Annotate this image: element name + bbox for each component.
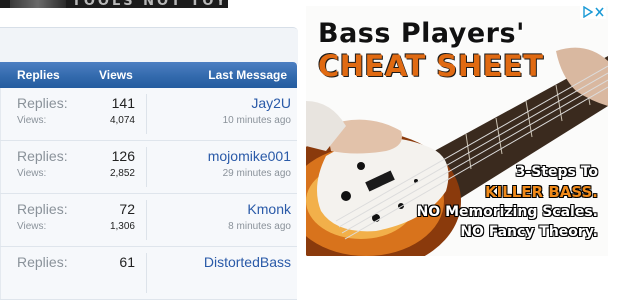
ad-text-line: NO Fancy Theory. [460, 224, 598, 240]
last-message-time: 10 minutes ago [222, 115, 291, 126]
last-message-column-header[interactable]: Last Message [208, 68, 287, 82]
ad-subheadline: CHEAT SHEET [318, 49, 544, 83]
banner-text: TOOLS NOT TOYS [72, 0, 228, 8]
close-icon[interactable] [594, 6, 605, 18]
views-count: 1,306 [109, 221, 135, 232]
adchoices-badge[interactable] [580, 5, 606, 19]
row-divider [146, 253, 147, 293]
thread-row: Replies: 61 DistortedBass [0, 247, 297, 300]
last-message-user-link[interactable]: DistortedBass [204, 254, 291, 270]
views-count: 4,074 [109, 115, 135, 126]
last-message-user-link[interactable]: Kmonk [247, 201, 291, 217]
row-divider [146, 147, 147, 187]
row-divider [146, 200, 147, 240]
last-message-time: 8 minutes ago [228, 221, 291, 232]
views-count: 2,852 [109, 168, 135, 179]
views-column-header[interactable]: Views [99, 68, 133, 82]
adchoices-play-icon[interactable] [582, 6, 593, 18]
banner-thumbnail [10, 0, 66, 8]
ad-text-line: 3-Steps To [515, 164, 598, 180]
top-banner[interactable]: TOOLS NOT TOYS [0, 0, 228, 8]
bass-cheat-sheet-ad[interactable]: Bass Players' CHEAT SHEET 3-Steps To KIL… [306, 6, 608, 256]
thread-list-toolbar [0, 27, 298, 64]
replies-count: 126 [111, 148, 135, 164]
thread-row: Replies: 72 Views: 1,306 Kmonk 8 minutes… [0, 194, 297, 247]
thread-rows: Replies: 141 Views: 4,074 Jay2U 10 minut… [0, 88, 297, 300]
replies-label: Replies: [17, 148, 68, 164]
thread-list-panel: Replies Views Last Message Replies: 141 … [0, 27, 298, 300]
ad-text-line: NO Memorizing Scales. [416, 204, 598, 220]
thread-list-header: Replies Views Last Message [0, 62, 297, 88]
views-label: Views: [17, 115, 47, 126]
last-message-user-link[interactable]: mojomike001 [208, 148, 291, 164]
last-message-user-link[interactable]: Jay2U [251, 95, 291, 111]
row-divider [146, 94, 147, 134]
replies-label: Replies: [17, 201, 68, 217]
ad-text-line: KILLER BASS. [484, 183, 598, 201]
views-label: Views: [17, 168, 47, 179]
thread-row: Replies: 141 Views: 4,074 Jay2U 10 minut… [0, 88, 297, 141]
replies-label: Replies: [17, 254, 68, 270]
ad-headline: Bass Players' [318, 18, 525, 49]
last-message-time: 29 minutes ago [222, 168, 291, 179]
thread-row: Replies: 126 Views: 2,852 mojomike001 29… [0, 141, 297, 194]
replies-label: Replies: [17, 95, 68, 111]
views-label: Views: [17, 221, 47, 232]
replies-column-header[interactable]: Replies [17, 68, 60, 82]
replies-count: 61 [119, 254, 135, 270]
replies-count: 141 [111, 95, 135, 111]
replies-count: 72 [119, 201, 135, 217]
